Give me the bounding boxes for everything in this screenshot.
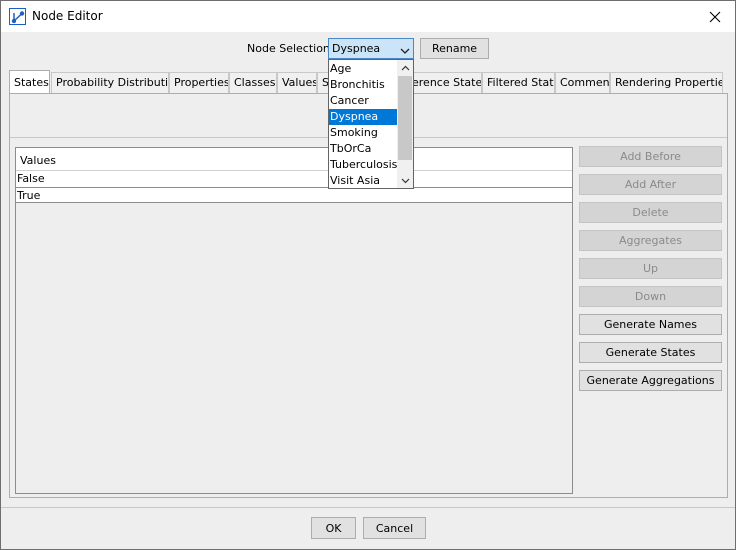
tab-states[interactable]: States	[9, 70, 50, 94]
dropdown-option[interactable]: TbOrCa	[329, 141, 397, 157]
generate-states-button[interactable]: Generate States	[579, 342, 722, 363]
add-after-button[interactable]: Add After	[579, 174, 722, 195]
node-editor-window: Node Editor Node Selection: Dyspnea Rena…	[0, 0, 736, 550]
node-selection-combo[interactable]: Dyspnea	[328, 38, 414, 59]
dropdown-scrollbar[interactable]	[397, 60, 413, 188]
close-icon[interactable]	[695, 1, 735, 32]
footer-divider	[1, 507, 735, 508]
dropdown-option-selected[interactable]: Dyspnea	[329, 109, 397, 125]
dropdown-option[interactable]: Bronchitis	[329, 77, 397, 93]
tab-properties[interactable]: Properties	[169, 72, 229, 94]
header-values: Values	[20, 154, 56, 167]
rename-button[interactable]: Rename	[420, 38, 489, 59]
title-bar: Node Editor	[1, 1, 735, 32]
node-selection-label: Node Selection:	[247, 42, 334, 55]
dropdown-option[interactable]: Tuberculosis	[329, 157, 397, 173]
table-row[interactable]: False	[16, 171, 572, 187]
table-header[interactable]: Values	[16, 148, 572, 171]
cancel-button[interactable]: Cancel	[363, 517, 426, 539]
chevron-down-icon[interactable]	[397, 172, 413, 188]
ok-button[interactable]: OK	[311, 517, 356, 539]
combo-value: Dyspnea	[332, 42, 381, 55]
down-button[interactable]: Down	[579, 286, 722, 307]
delete-button[interactable]: Delete	[579, 202, 722, 223]
generate-aggregations-button[interactable]: Generate Aggregations	[579, 370, 722, 391]
up-button[interactable]: Up	[579, 258, 722, 279]
window-title: Node Editor	[32, 9, 103, 23]
dropdown-option[interactable]: Visit Asia	[329, 173, 397, 189]
scrollbar-thumb[interactable]	[398, 76, 412, 160]
dropdown-option[interactable]: Smoking	[329, 125, 397, 141]
aggregates-button[interactable]: Aggregates	[579, 230, 722, 251]
tab-values[interactable]: Values	[277, 72, 317, 94]
tab-filtered-state[interactable]: Filtered State	[482, 72, 555, 94]
dropdown-option[interactable]: Cancer	[329, 93, 397, 109]
tab-reference-state[interactable]: erence State	[407, 72, 482, 94]
generate-names-button[interactable]: Generate Names	[579, 314, 722, 335]
tab-classes[interactable]: Classes	[229, 72, 277, 94]
chevron-up-icon[interactable]	[397, 60, 413, 76]
add-before-button[interactable]: Add Before	[579, 146, 722, 167]
dropdown-option[interactable]: Age	[329, 61, 397, 77]
node-selection-dropdown[interactable]: Age Bronchitis Cancer Dyspnea Smoking Tb…	[328, 59, 414, 189]
values-table[interactable]: Values False True	[15, 147, 573, 494]
tab-comment[interactable]: Comment	[555, 72, 610, 94]
tab-rendering-properties[interactable]: Rendering Properties	[610, 72, 723, 94]
tab-probability-distribution[interactable]: Probability Distribution	[51, 72, 169, 94]
app-icon	[9, 8, 26, 25]
table-row[interactable]: True	[16, 187, 572, 203]
